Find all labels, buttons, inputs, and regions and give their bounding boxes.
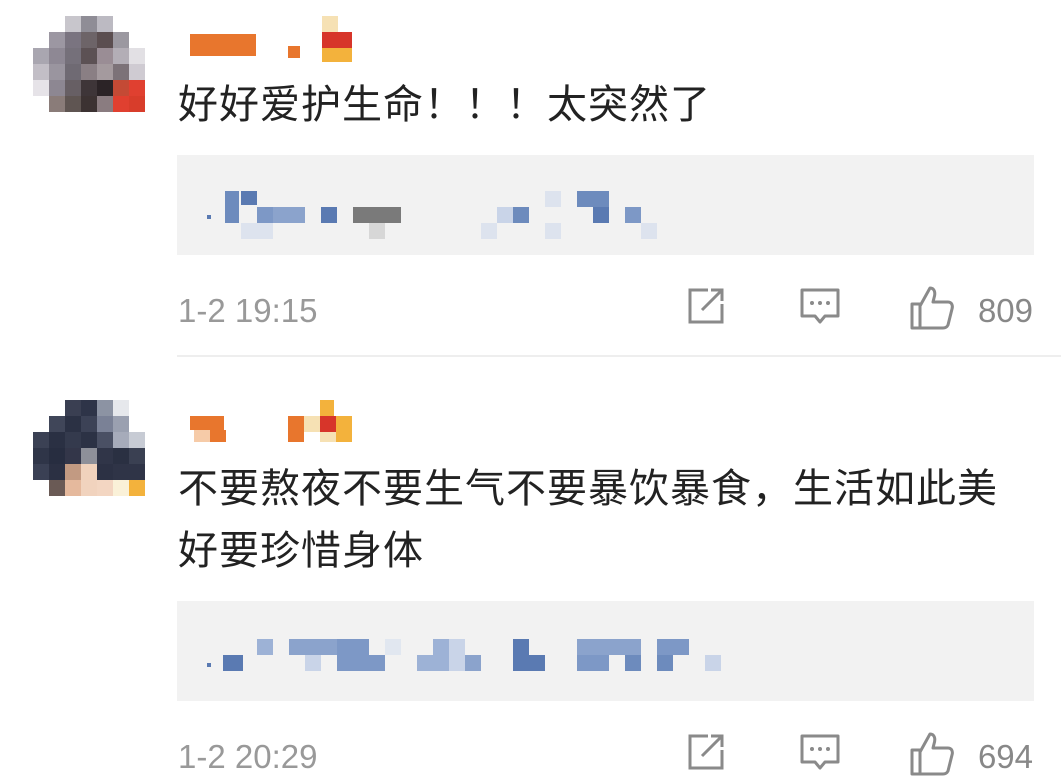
comment-time: 1-2 19:15 (178, 292, 318, 329)
nickname-blurred[interactable] (190, 16, 370, 62)
reply-preview-blurred[interactable] (177, 601, 1034, 701)
nickname-blurred[interactable] (190, 398, 370, 442)
divider (177, 355, 1061, 357)
comment-icon[interactable] (798, 730, 842, 778)
avatar[interactable] (33, 400, 145, 512)
thumbs-up-icon[interactable] (908, 730, 956, 782)
like-count: 694 (977, 738, 1033, 775)
comment-icon[interactable] (798, 284, 842, 332)
comment-time: 1-2 20:29 (178, 738, 318, 775)
share-icon[interactable] (684, 730, 728, 778)
share-icon[interactable] (684, 284, 728, 332)
avatar[interactable] (33, 16, 145, 128)
comment-meta: 1-2 19:15 809 (178, 284, 1033, 334)
comment-text: 好好爱护生命！！！太突然了 (178, 82, 711, 128)
comment-meta: 1-2 20:29 694 (178, 730, 1033, 780)
thumbs-up-icon[interactable] (908, 284, 956, 336)
reply-preview-blurred[interactable] (177, 155, 1034, 255)
comment-text: 不要熬夜不要生气不要暴饮暴食，生活如此美好要珍惜身体 (178, 466, 998, 574)
like-count: 809 (977, 292, 1033, 329)
